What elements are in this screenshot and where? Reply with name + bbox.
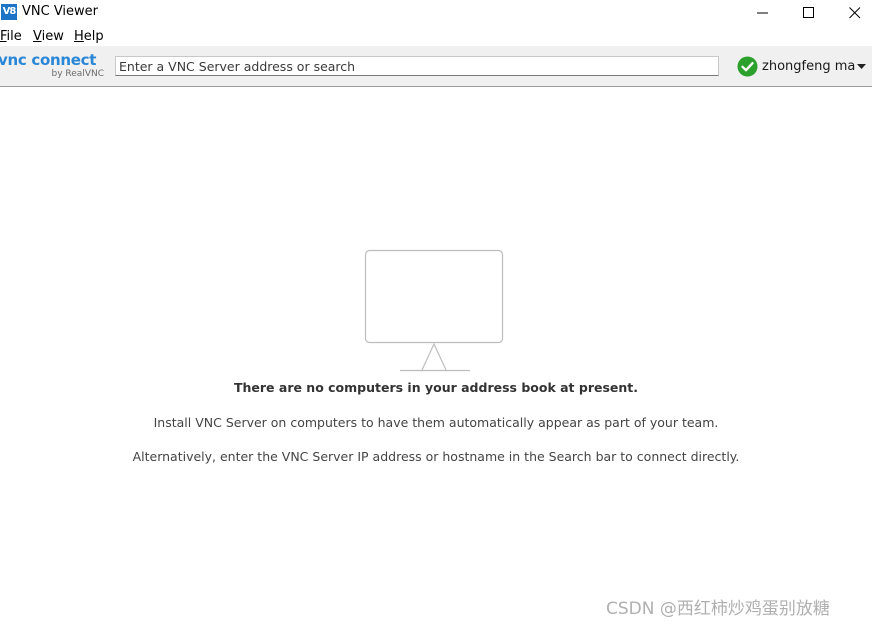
menu-view-label: iew [41, 29, 64, 44]
chevron-down-icon [857, 64, 866, 69]
close-icon [849, 7, 861, 19]
user-name: zhongfeng ma [762, 59, 856, 74]
monitor-icon [364, 249, 504, 372]
empty-state-hint: Alternatively, enter the VNC Server IP a… [132, 449, 740, 464]
menu-help-label: elp [83, 29, 104, 44]
menu-file-label: ile [6, 29, 22, 44]
watermark: CSDN @西红柿炒鸡蛋别放糖 [606, 599, 830, 619]
toolbar: vnc connect by RealVNC zhongfeng ma [0, 46, 872, 87]
close-button[interactable] [832, 0, 872, 26]
empty-state-heading: There are no computers in your address b… [233, 380, 639, 395]
user-account-menu[interactable]: zhongfeng ma [737, 56, 871, 78]
minimize-icon [757, 12, 768, 14]
menu-view[interactable]: View [33, 29, 64, 44]
search-input[interactable] [115, 56, 719, 76]
logo-wordmark: vnc connect [0, 51, 97, 69]
menu-view-accel: V [33, 29, 42, 44]
maximize-icon [803, 7, 814, 18]
vnc-connect-logo: vnc connect by RealVNC [0, 51, 106, 81]
maximize-button[interactable] [786, 0, 832, 26]
logo-byline: by RealVNC [51, 69, 104, 79]
minimize-button[interactable] [740, 0, 786, 26]
menu-bar: File View Help [0, 26, 872, 46]
vnc-app-icon: V8 [1, 4, 17, 20]
signed-in-check-icon [737, 56, 758, 77]
menu-file[interactable]: File [0, 29, 22, 44]
window-title: VNC Viewer [22, 4, 99, 19]
title-bar: V8 VNC Viewer [0, 0, 872, 26]
menu-help[interactable]: Help [74, 29, 104, 44]
empty-state-description: Install VNC Server on computers to have … [153, 415, 719, 430]
menu-help-accel: H [74, 29, 84, 44]
